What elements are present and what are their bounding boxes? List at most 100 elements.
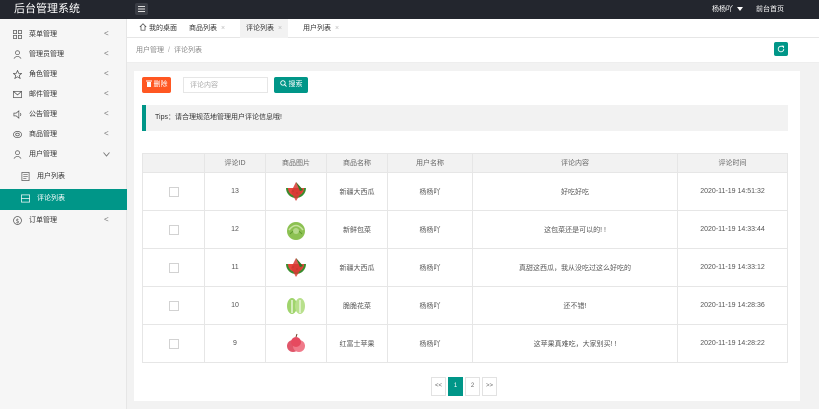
top-bar: 后台管理系统 杨杨吖 前台首页 bbox=[0, 0, 819, 19]
grid-icon bbox=[13, 30, 22, 39]
refresh-button[interactable] bbox=[774, 42, 788, 56]
table-header-row: 评论ID 商品图片 商品名称 用户名称 评论内容 评论时间 bbox=[142, 153, 788, 173]
table-row: 12 新鲜包菜 杨杨吖 这包菜还是可以的! ! 2020-11-19 14:33… bbox=[142, 211, 788, 249]
sidebar-item-role[interactable]: 角色管理 < bbox=[0, 65, 127, 85]
breadcrumb-parent[interactable]: 用户管理 bbox=[136, 47, 164, 54]
column-header-select bbox=[143, 154, 205, 172]
breadcrumb-separator: / bbox=[168, 47, 170, 54]
pagination-prev[interactable]: << bbox=[431, 377, 446, 396]
home-icon bbox=[139, 23, 147, 31]
sidebar-item-label: 用户列表 bbox=[37, 173, 65, 180]
delete-button[interactable]: 删除 bbox=[142, 77, 171, 93]
sidebar-item-comment-list[interactable]: 评论列表 bbox=[0, 189, 127, 210]
mail-icon bbox=[13, 90, 22, 99]
comment-time: 2020-11-19 14:28:36 bbox=[700, 302, 765, 309]
sidebar-item-label: 邮件管理 bbox=[29, 91, 57, 98]
sidebar-item-label: 商品管理 bbox=[29, 131, 57, 138]
row-checkbox[interactable] bbox=[168, 262, 179, 273]
breadcrumb: 用户管理 / 评论列表 bbox=[127, 38, 819, 63]
user-name: 杨杨吖 bbox=[388, 173, 473, 210]
star-icon bbox=[13, 70, 22, 79]
dollar-icon: $ bbox=[13, 216, 22, 225]
content-card: 删除 搜索 Tips：请合理规范地管理用户评论信息哦! 评论ID 商品图片 商品… bbox=[134, 71, 800, 401]
chevron-left-icon: < bbox=[104, 89, 109, 98]
sidebar-item-users[interactable]: 用户管理 bbox=[0, 145, 127, 165]
close-icon[interactable]: × bbox=[335, 25, 339, 32]
product-image-broccoli bbox=[287, 297, 305, 314]
sidebar-item-orders[interactable]: $ 订单管理 < bbox=[0, 211, 127, 231]
column-header-product: 商品名称 bbox=[327, 154, 388, 172]
pagination-page-1[interactable]: 1 bbox=[448, 377, 463, 396]
column-header-id: 评论ID bbox=[205, 154, 266, 172]
column-header-image: 商品图片 bbox=[266, 154, 327, 172]
chevron-left-icon: < bbox=[104, 49, 109, 58]
row-checkbox[interactable] bbox=[168, 224, 179, 235]
chevron-left-icon: < bbox=[104, 129, 109, 138]
product-image-apple bbox=[287, 333, 305, 352]
chevron-left-icon: < bbox=[104, 215, 109, 224]
close-icon[interactable]: × bbox=[221, 25, 225, 32]
user-admin-icon bbox=[13, 50, 22, 59]
user-name: 杨杨吖 bbox=[388, 325, 473, 362]
pagination-page-2[interactable]: 2 bbox=[465, 377, 480, 396]
tab-goods-list[interactable]: 商品列表 × bbox=[185, 19, 229, 38]
column-header-content: 评论内容 bbox=[473, 154, 678, 172]
close-icon[interactable]: × bbox=[278, 25, 282, 32]
sidebar-item-label: 订单管理 bbox=[29, 217, 57, 224]
tab-comment-list[interactable]: 评论列表 × bbox=[240, 19, 289, 38]
comment-id: 13 bbox=[205, 173, 266, 210]
sidebar-item-label: 评论列表 bbox=[37, 195, 65, 202]
comment-content: 这苹果真难吃，大家别买! ! bbox=[473, 325, 678, 362]
comment-time: 2020-11-19 14:51:32 bbox=[700, 188, 765, 195]
row-checkbox[interactable] bbox=[168, 338, 179, 349]
caret-down-icon[interactable] bbox=[737, 7, 743, 11]
list-icon bbox=[21, 172, 30, 181]
app-title: 后台管理系统 bbox=[14, 3, 80, 15]
sidebar: 菜单管理 < 管理员管理 < 角色管理 < 邮件管理 < 公告管理 < 商品管理… bbox=[0, 19, 127, 409]
product-name: 脆脆花菜 bbox=[327, 287, 388, 324]
comment-list-icon bbox=[21, 194, 30, 203]
row-checkbox[interactable] bbox=[168, 300, 179, 311]
tab-label: 用户列表 bbox=[303, 25, 331, 32]
delete-label: 删除 bbox=[153, 81, 168, 88]
menu-toggle-button[interactable] bbox=[135, 3, 148, 15]
sidebar-item-goods[interactable]: 商品管理 < bbox=[0, 125, 127, 145]
table-row: 10 脆脆花菜 杨杨吖 还不错! 2020-11-19 14:28:36 bbox=[142, 287, 788, 325]
search-input[interactable] bbox=[183, 77, 268, 93]
tab-desktop[interactable]: 我的桌面 bbox=[135, 19, 181, 38]
sidebar-item-label: 菜单管理 bbox=[29, 31, 57, 38]
comment-time: 2020-11-19 14:33:12 bbox=[700, 264, 765, 271]
tab-label: 评论列表 bbox=[246, 25, 274, 32]
sidebar-item-mail[interactable]: 邮件管理 < bbox=[0, 85, 127, 105]
user-name: 杨杨吖 bbox=[388, 249, 473, 286]
comment-content: 真甜这西瓜，我从没吃过这么好吃的 bbox=[473, 249, 678, 286]
frontend-home-link[interactable]: 前台首页 bbox=[756, 4, 784, 15]
sidebar-item-user-list[interactable]: 用户列表 bbox=[0, 167, 127, 187]
user-name: 杨杨吖 bbox=[388, 287, 473, 324]
comment-id: 11 bbox=[205, 249, 266, 286]
tab-label: 商品列表 bbox=[189, 25, 217, 32]
chevron-left-icon: < bbox=[104, 109, 109, 118]
sidebar-item-menu[interactable]: 菜单管理 < bbox=[0, 25, 127, 45]
tab-user-list[interactable]: 用户列表 × bbox=[299, 19, 343, 38]
search-icon bbox=[279, 80, 287, 87]
sidebar-item-label: 角色管理 bbox=[29, 71, 57, 78]
row-checkbox[interactable] bbox=[168, 186, 179, 197]
refresh-icon bbox=[777, 45, 785, 53]
user-name-menu[interactable]: 杨杨吖 bbox=[712, 4, 733, 15]
product-image-watermelon bbox=[286, 257, 306, 277]
trash-icon bbox=[145, 80, 152, 87]
comment-time: 2020-11-19 14:28:22 bbox=[700, 340, 765, 347]
chevron-left-icon: < bbox=[104, 29, 109, 38]
table-row: 9 红富士苹果 杨杨吖 这苹果真难吃，大家别买! ! 2020-11-19 14… bbox=[142, 325, 788, 363]
comment-content: 好吃好吃 bbox=[473, 173, 678, 210]
column-header-time: 评论时间 bbox=[718, 160, 747, 167]
pagination-next[interactable]: >> bbox=[482, 377, 497, 396]
sidebar-item-notice[interactable]: 公告管理 < bbox=[0, 105, 127, 125]
product-image-cabbage bbox=[287, 221, 305, 240]
product-name: 新鲜包菜 bbox=[327, 211, 388, 248]
search-button[interactable]: 搜索 bbox=[274, 77, 308, 93]
sidebar-item-label: 用户管理 bbox=[29, 151, 57, 158]
tab-label: 我的桌面 bbox=[148, 25, 177, 32]
sidebar-item-admin[interactable]: 管理员管理 < bbox=[0, 45, 127, 65]
